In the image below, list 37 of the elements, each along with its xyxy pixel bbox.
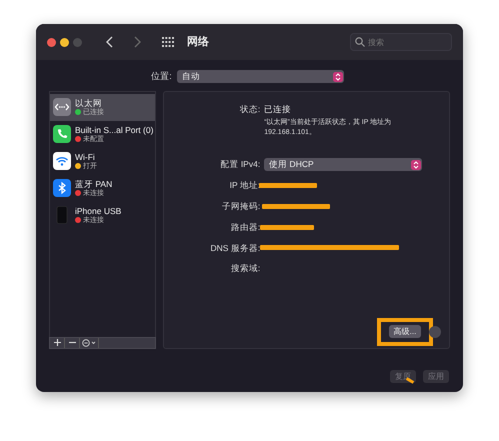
bluetooth-icon bbox=[53, 179, 71, 197]
grid-icon[interactable] bbox=[162, 37, 174, 47]
minimize-button[interactable] bbox=[60, 38, 69, 46]
forward-icon[interactable] bbox=[134, 36, 141, 48]
service-name: 蓝牙 PAN bbox=[75, 178, 112, 188]
stepper-icon bbox=[411, 160, 422, 170]
stepper-icon bbox=[332, 72, 343, 82]
wifi-icon bbox=[53, 152, 71, 170]
service-name: iPhone USB bbox=[75, 206, 122, 216]
configure-ipv4-value: 使用 DHCP bbox=[269, 158, 314, 172]
configure-ipv4-label: 配置 IPv4: bbox=[219, 158, 260, 172]
service-name: 以太网 bbox=[75, 98, 103, 108]
ethernet-icon bbox=[53, 98, 71, 116]
status-label: 状态: bbox=[238, 102, 260, 116]
advanced-button[interactable]: 高级... bbox=[388, 325, 422, 338]
back-icon[interactable] bbox=[106, 36, 113, 48]
field-label: 搜索域: bbox=[230, 262, 260, 275]
search-icon bbox=[355, 37, 365, 47]
search-field[interactable]: 搜索 bbox=[350, 33, 452, 51]
help-button[interactable] bbox=[429, 326, 441, 338]
status-value: 已连接 bbox=[264, 102, 292, 116]
minus-icon bbox=[68, 339, 76, 346]
close-button[interactable] bbox=[47, 38, 56, 46]
phone-icon bbox=[53, 125, 71, 143]
plus-icon bbox=[54, 339, 60, 346]
location-value: 自动 bbox=[182, 70, 200, 84]
service-name: Wi-Fi bbox=[75, 152, 96, 162]
location-dropdown[interactable]: 自动 bbox=[176, 70, 344, 84]
location-label: 位置: bbox=[151, 70, 172, 83]
field-label: DNS 服务器: bbox=[210, 242, 260, 254]
field-label: 路由器: bbox=[230, 220, 260, 234]
action-icon bbox=[82, 338, 96, 346]
configure-ipv4-dropdown[interactable]: 使用 DHCP bbox=[264, 158, 422, 172]
service-name: Built-in S...al Port (0) bbox=[75, 124, 154, 134]
window-title: 网络 bbox=[187, 34, 209, 50]
field-label: 子网掩码: bbox=[220, 200, 260, 213]
action-menu-button[interactable] bbox=[80, 338, 99, 348]
